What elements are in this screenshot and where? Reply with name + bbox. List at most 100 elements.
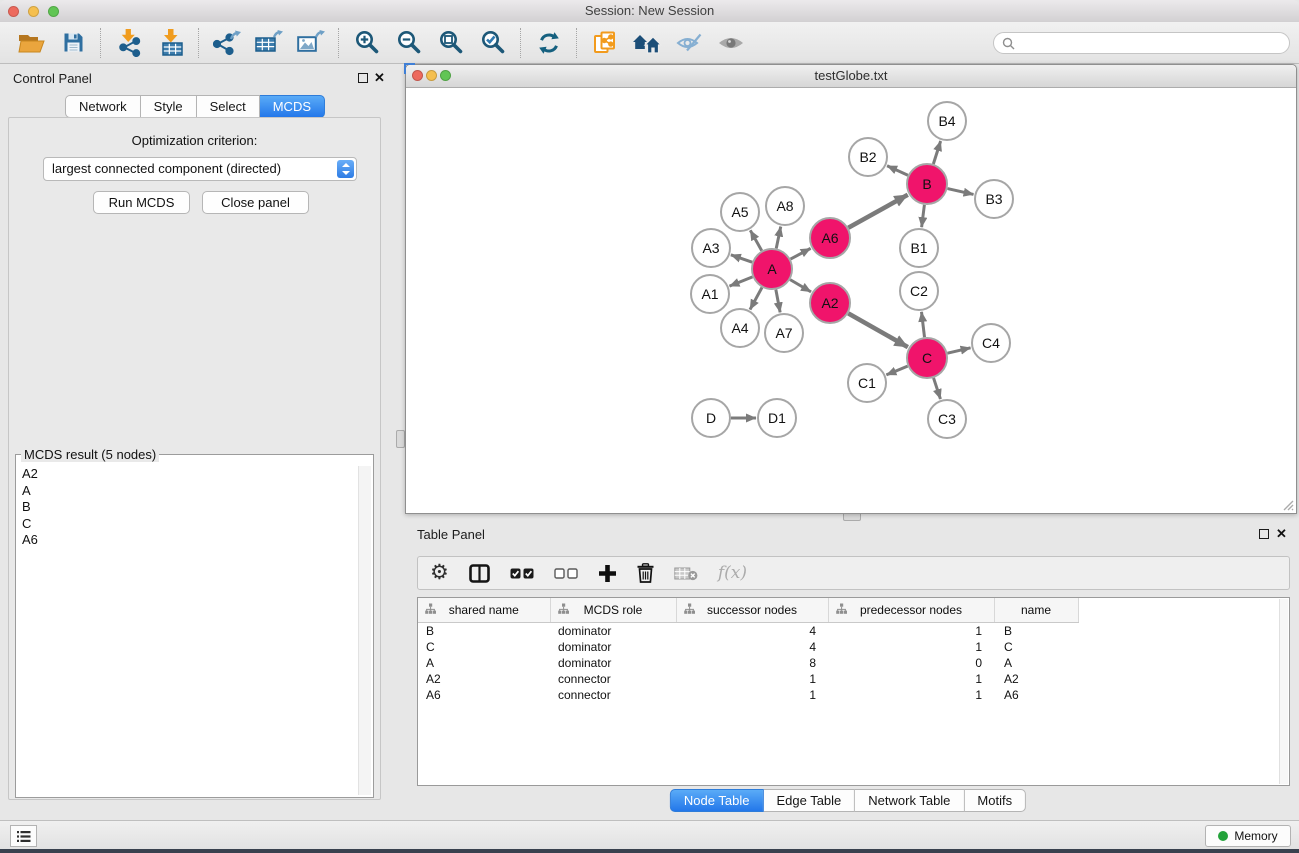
table-row[interactable]: A2connector11A2 [418, 671, 1289, 687]
network-window-titlebar[interactable]: testGlobe.txt [406, 65, 1296, 88]
column-header-predecessor-nodes[interactable]: predecessor nodes [828, 598, 994, 623]
node-A8[interactable]: A8 [766, 187, 804, 225]
import-network-button[interactable] [108, 25, 150, 61]
cell-predecessor-nodes[interactable]: 0 [828, 655, 994, 671]
cell-shared-name[interactable]: A2 [418, 671, 550, 687]
edge-A-A1[interactable] [729, 277, 752, 286]
vertical-split-handle[interactable] [396, 430, 405, 448]
node-B2[interactable]: B2 [849, 138, 887, 176]
cell-mcds-role[interactable]: dominator [550, 655, 676, 671]
edge-A-A6[interactable] [791, 248, 811, 259]
table-scrollbar[interactable] [1279, 599, 1288, 784]
cell-successor-nodes[interactable]: 8 [676, 655, 828, 671]
edge-A-A3[interactable] [731, 255, 752, 262]
tab-mcds[interactable]: MCDS [260, 95, 325, 118]
float-panel-icon[interactable] [358, 73, 368, 83]
node-B3[interactable]: B3 [975, 180, 1013, 218]
edge-A6-B[interactable] [848, 195, 907, 228]
show-all-button[interactable] [710, 25, 752, 61]
node-A7[interactable]: A7 [765, 314, 803, 352]
cell-mcds-role[interactable]: dominator [550, 623, 676, 640]
edge-A-A5[interactable] [750, 230, 761, 250]
cell-mcds-role[interactable]: connector [550, 671, 676, 687]
cell-successor-nodes[interactable]: 4 [676, 639, 828, 655]
zoom-in-button[interactable] [346, 25, 388, 61]
node-A[interactable]: A [752, 249, 792, 289]
tab-edge-table[interactable]: Edge Table [763, 789, 855, 812]
edge-C-C3[interactable] [934, 378, 941, 399]
cell-predecessor-nodes[interactable]: 1 [828, 623, 994, 640]
node-A1[interactable]: A1 [691, 275, 729, 313]
node-A6[interactable]: A6 [810, 218, 850, 258]
column-header-mcds-role[interactable]: MCDS role [550, 598, 676, 623]
zoom-selected-button[interactable] [472, 25, 514, 61]
column-layout-button[interactable] [469, 561, 490, 585]
node-A4[interactable]: A4 [721, 309, 759, 347]
node-table[interactable]: shared nameMCDS rolesuccessor nodesprede… [418, 598, 1289, 703]
edge-C-C2[interactable] [921, 312, 924, 337]
cell-predecessor-nodes[interactable]: 1 [828, 671, 994, 687]
tab-style[interactable]: Style [141, 95, 197, 118]
export-image-button[interactable] [290, 25, 332, 61]
tab-select[interactable]: Select [197, 95, 260, 118]
node-D1[interactable]: D1 [758, 399, 796, 437]
deselect-all-checkboxes-button[interactable] [554, 561, 578, 585]
memory-button[interactable]: Memory [1205, 825, 1291, 847]
column-header-shared-name[interactable]: shared name [418, 598, 550, 623]
cell-name[interactable]: B [994, 623, 1078, 640]
table-row[interactable]: Adominator80A [418, 655, 1289, 671]
edge-B-B1[interactable] [922, 205, 925, 227]
cell-predecessor-nodes[interactable]: 1 [828, 639, 994, 655]
cell-shared-name[interactable]: C [418, 639, 550, 655]
tab-network-table[interactable]: Network Table [855, 789, 964, 812]
node-B4[interactable]: B4 [928, 102, 966, 140]
column-header-successor-nodes[interactable]: successor nodes [676, 598, 828, 623]
zoom-fit-button[interactable] [430, 25, 472, 61]
first-neighbors-button[interactable] [626, 25, 668, 61]
edge-C-C4[interactable] [947, 348, 970, 353]
node-C4[interactable]: C4 [972, 324, 1010, 362]
node-C2[interactable]: C2 [900, 272, 938, 310]
cell-name[interactable]: A2 [994, 671, 1078, 687]
result-item-a[interactable]: A [22, 483, 353, 500]
node-D[interactable]: D [692, 399, 730, 437]
cell-shared-name[interactable]: A [418, 655, 550, 671]
result-item-c[interactable]: C [22, 516, 353, 533]
node-A3[interactable]: A3 [692, 229, 730, 267]
function-builder-button[interactable]: f(x) [718, 561, 747, 585]
search-field[interactable] [993, 32, 1290, 54]
cell-predecessor-nodes[interactable]: 1 [828, 687, 994, 703]
import-table-button[interactable] [150, 25, 192, 61]
cell-mcds-role[interactable]: dominator [550, 639, 676, 655]
search-input[interactable] [1015, 35, 1281, 51]
close-panel-button[interactable]: Close panel [202, 191, 309, 214]
cell-name[interactable]: C [994, 639, 1078, 655]
edge-A-A4[interactable] [750, 287, 762, 309]
edge-B-B3[interactable] [947, 189, 973, 195]
select-all-checkboxes-button[interactable] [510, 561, 534, 585]
cell-shared-name[interactable]: A6 [418, 687, 550, 703]
node-A2[interactable]: A2 [810, 283, 850, 323]
cell-name[interactable]: A [994, 655, 1078, 671]
node-B1[interactable]: B1 [900, 229, 938, 267]
criterion-select[interactable]: largest connected component (directed) [43, 157, 357, 181]
cell-successor-nodes[interactable]: 1 [676, 671, 828, 687]
result-item-a6[interactable]: A6 [22, 532, 353, 549]
edge-C-C1[interactable] [886, 366, 907, 375]
tab-network[interactable]: Network [65, 95, 141, 118]
cell-name[interactable]: A6 [994, 687, 1078, 703]
hide-selected-button[interactable] [668, 25, 710, 61]
cell-successor-nodes[interactable]: 1 [676, 687, 828, 703]
node-C3[interactable]: C3 [928, 400, 966, 438]
node-C[interactable]: C [907, 338, 947, 378]
table-options-button[interactable]: ⚙ [430, 561, 449, 585]
tab-motifs[interactable]: Motifs [964, 789, 1026, 812]
delete-table-button[interactable] [674, 561, 698, 585]
run-mcds-button[interactable]: Run MCDS [93, 191, 190, 214]
table-row[interactable]: Cdominator41C [418, 639, 1289, 655]
save-session-button[interactable] [52, 25, 94, 61]
cell-successor-nodes[interactable]: 4 [676, 623, 828, 640]
open-session-button[interactable] [10, 25, 52, 61]
edge-A-A8[interactable] [776, 227, 781, 249]
result-item-a2[interactable]: A2 [22, 466, 353, 483]
